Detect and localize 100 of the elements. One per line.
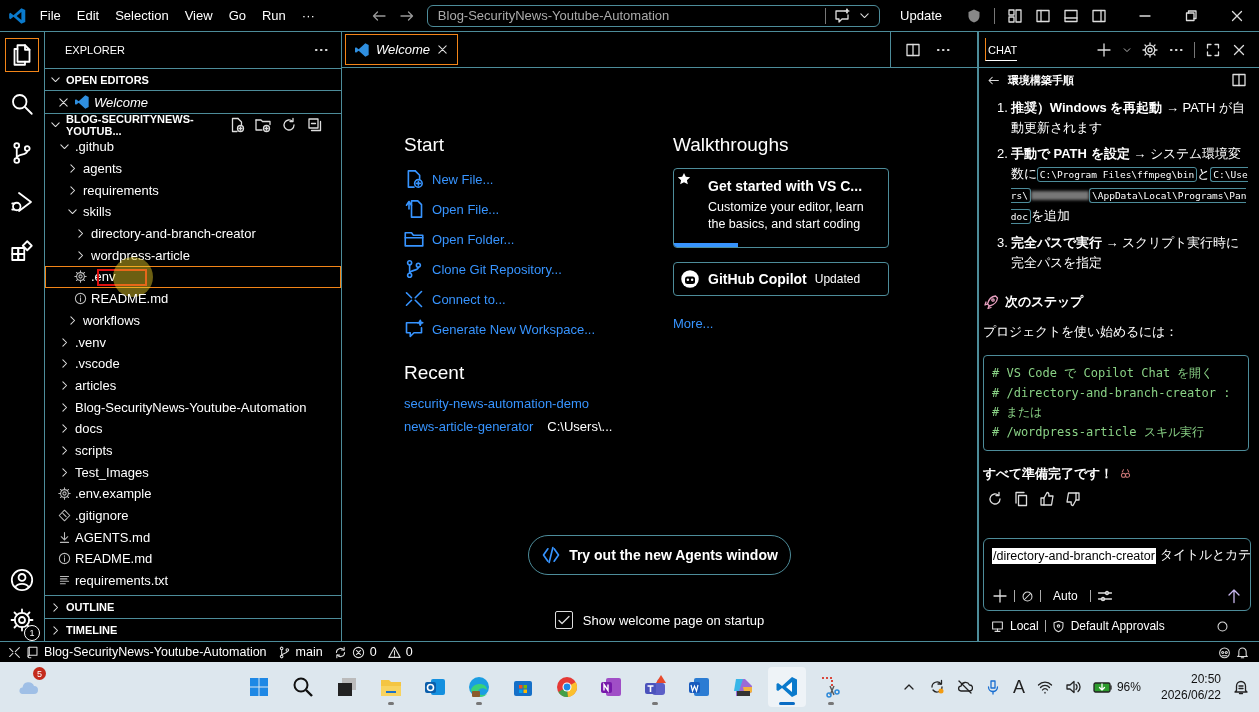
tree-item[interactable]: README.md	[45, 548, 341, 570]
section-header[interactable]: TIMELINE	[45, 618, 341, 641]
chat-input-field[interactable]: /directory-and-branch-creator タイトルとカテ Auto	[983, 538, 1251, 611]
activity-bar-item[interactable]	[5, 38, 39, 72]
plus-icon[interactable]	[1096, 41, 1112, 58]
tree-item[interactable]: .github	[45, 136, 341, 158]
start-link[interactable]: Open File...	[432, 201, 500, 217]
start-link[interactable]: Open Folder...	[432, 231, 515, 247]
notification-badge: 5	[33, 667, 46, 680]
menu-item[interactable]: ···	[301, 8, 315, 23]
collapse-all-icon[interactable]	[307, 116, 323, 133]
open-editor-item[interactable]: Welcome	[94, 94, 148, 110]
bell-icon[interactable]	[1236, 645, 1249, 659]
sync-icon[interactable]	[928, 679, 945, 695]
tree-item[interactable]: .env.example	[45, 483, 341, 505]
status-branch[interactable]: main	[295, 645, 323, 659]
close-icon[interactable]	[57, 95, 70, 109]
tree-item[interactable]: .gitignore	[45, 504, 341, 527]
restore-icon[interactable]	[1183, 7, 1199, 24]
start-link[interactable]: Clone Git Repository...	[432, 261, 562, 277]
shield-icon[interactable]	[966, 7, 982, 24]
attach-icon[interactable]	[1021, 589, 1034, 603]
battery-icon[interactable]	[1092, 679, 1113, 695]
wifi-icon[interactable]	[1036, 679, 1053, 695]
tree-item[interactable]: .venv	[45, 331, 341, 353]
walkthrough-card[interactable]: Get started with VS C... Customize your editor, learn the basics, and start coding	[673, 168, 889, 248]
clock-time[interactable]: 20:50	[1191, 671, 1221, 687]
menu-item[interactable]: Run	[262, 8, 286, 23]
remote-icon[interactable]	[8, 645, 21, 659]
tree-item[interactable]: directory-and-branch-creator	[45, 222, 341, 245]
walkthrough-card[interactable]: GitHub Copilot Updated	[673, 262, 889, 296]
refresh-icon[interactable]	[281, 116, 297, 133]
command-center[interactable]: Blog-SecurityNews-Youtube-Automation	[426, 4, 881, 27]
tree-item[interactable]: skills	[45, 201, 341, 223]
tree-item[interactable]: requirements.txt	[45, 569, 341, 592]
start-link[interactable]: Generate New Workspace...	[432, 321, 596, 337]
model-picker[interactable]: Auto	[1047, 589, 1084, 603]
menu-item[interactable]: Go	[228, 8, 246, 23]
plus-icon[interactable]	[992, 588, 1008, 604]
checkbox[interactable]	[554, 611, 573, 629]
tree-item[interactable]: agents	[45, 157, 341, 180]
close-icon[interactable]	[435, 43, 449, 56]
maximize-icon[interactable]	[1205, 41, 1221, 58]
more-link[interactable]: More...	[673, 316, 889, 331]
layout-icon[interactable]	[1007, 7, 1023, 24]
approvals-picker[interactable]: Default Approvals	[1070, 619, 1165, 633]
tree-item[interactable]: workflows	[45, 309, 341, 332]
update-button[interactable]: Update	[888, 8, 954, 23]
menu-item[interactable]: Selection	[115, 8, 169, 23]
left-sidebar-icon[interactable]	[1035, 7, 1051, 24]
split-editor-icon[interactable]	[905, 41, 921, 58]
new-folder-icon[interactable]	[255, 116, 271, 133]
bottom-panel-icon[interactable]	[1063, 7, 1079, 24]
tree-item[interactable]: Blog-SecurityNews-Youtube-Automation	[45, 396, 341, 418]
clock-date[interactable]: 2026/06/22	[1160, 687, 1221, 703]
sync-icon[interactable]	[333, 645, 347, 659]
recent-link[interactable]: news-article-generator	[404, 419, 534, 434]
cloud-off-icon[interactable]	[956, 679, 973, 695]
settings-icon[interactable]	[1142, 41, 1158, 58]
menu-item[interactable]: File	[39, 8, 61, 23]
tree-item[interactable]: scripts	[45, 439, 341, 462]
split-panel-icon[interactable]	[1231, 72, 1247, 88]
new-file-icon[interactable]	[229, 116, 245, 133]
thumbs-down-icon[interactable]	[1065, 491, 1081, 507]
folder-header[interactable]: BLOG-SECURITYNEWS-YOUTUB...	[49, 112, 219, 137]
error-count[interactable]: 0	[369, 645, 377, 659]
tree-item[interactable]: docs	[45, 417, 341, 440]
menu-item[interactable]: Edit	[76, 8, 100, 23]
copy-icon[interactable]	[1013, 491, 1029, 507]
tree-item[interactable]: .vscode	[45, 352, 341, 375]
input-method-indicator[interactable]: A	[1012, 676, 1025, 698]
robot-face-icon[interactable]	[1218, 645, 1231, 659]
account-icon[interactable]	[10, 568, 34, 592]
tree-item[interactable]: README.md	[45, 287, 341, 310]
tree-item[interactable]: articles	[45, 374, 341, 397]
document-app-icon	[687, 675, 712, 699]
start-link[interactable]: New File...	[432, 171, 494, 187]
retry-icon[interactable]	[987, 491, 1003, 507]
menu-item[interactable]: View	[184, 8, 213, 23]
right-sidebar-icon[interactable]	[1091, 7, 1107, 24]
section-header[interactable]: OPEN EDITORS	[45, 68, 341, 90]
status-repo[interactable]: Blog-SecurityNews-Youtube-Automation	[44, 645, 267, 659]
notification-icon[interactable]	[1233, 679, 1249, 695]
tools-icon[interactable]	[1096, 588, 1113, 604]
recent-link[interactable]: security-news-automation-demo	[404, 396, 589, 411]
editor-tab[interactable]: Welcome	[345, 34, 458, 65]
tree-item[interactable]: wordpress-article	[45, 244, 341, 267]
tree-item[interactable]: Test_Images	[45, 461, 341, 483]
speaker-icon[interactable]	[1064, 679, 1081, 695]
chat-tab[interactable]: CHAT	[985, 38, 1018, 61]
tree-item[interactable]: AGENTS.md	[45, 526, 341, 549]
section-header[interactable]: OUTLINE	[45, 595, 341, 618]
send-icon[interactable]	[1226, 588, 1242, 604]
tree-item[interactable]: requirements	[45, 179, 341, 202]
warning-count[interactable]: 0	[405, 645, 413, 659]
start-link[interactable]: Connect to...	[432, 291, 506, 307]
thumbs-up-icon[interactable]	[1039, 491, 1055, 507]
chat-sparkle-icon[interactable]	[834, 7, 851, 24]
checkbox-label[interactable]: Show welcome page on startup	[582, 612, 765, 628]
location-picker[interactable]: Local	[1010, 619, 1039, 633]
